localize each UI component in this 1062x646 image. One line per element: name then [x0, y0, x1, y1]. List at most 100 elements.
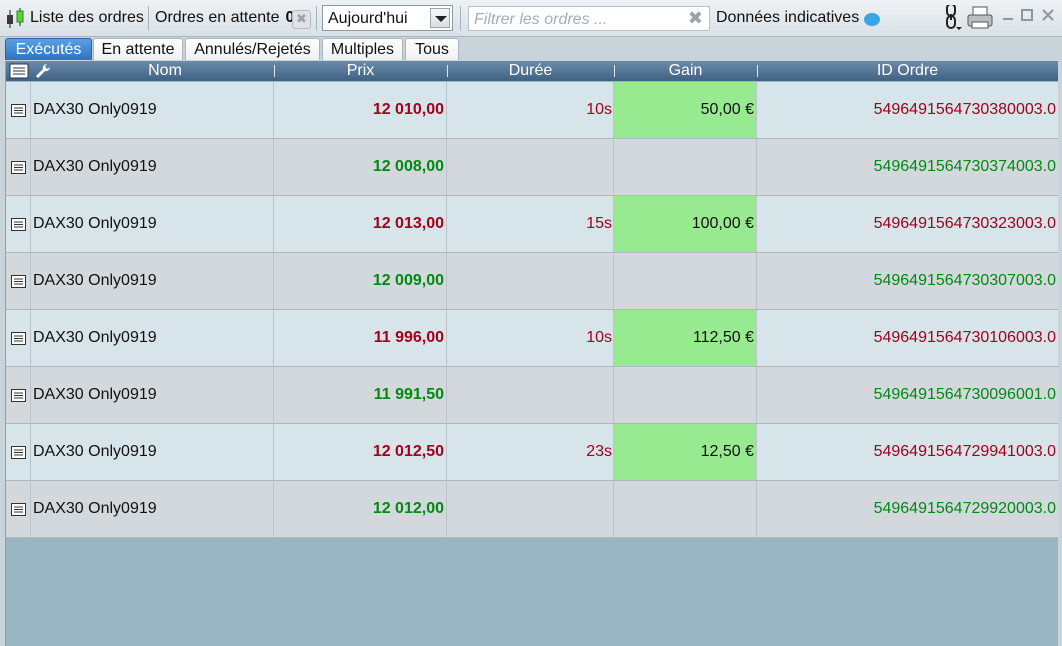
order-id: 5496491564729920003.0	[873, 500, 1056, 517]
order-name: DAX30 Only0919	[31, 310, 274, 366]
clear-pending-button[interactable]: ✖	[292, 10, 311, 29]
order-duration: 23s	[447, 424, 614, 480]
order-id: 5496491564730307003.0	[873, 272, 1056, 289]
toolbar-divider	[316, 6, 317, 30]
toolbar: Liste des ordres Ordres en attente 0 ✖ A…	[0, 0, 1062, 37]
close-icon[interactable]	[1041, 8, 1055, 25]
order-id: 5496491564730096001.0	[873, 386, 1056, 403]
row-details-cell[interactable]	[6, 367, 31, 423]
printer-icon[interactable]	[966, 5, 994, 36]
pending-orders: Ordres en attente 0	[155, 0, 294, 36]
document-icon[interactable]	[11, 332, 26, 345]
order-price: 12 012,00	[274, 481, 447, 537]
document-icon[interactable]	[11, 446, 26, 459]
order-gain	[614, 481, 757, 537]
column-header-nom[interactable]: Nom	[56, 61, 274, 81]
clear-icon: ✖	[296, 11, 307, 26]
order-duration	[447, 481, 614, 537]
order-price: 11 991,50	[274, 367, 447, 423]
document-icon[interactable]	[11, 389, 26, 402]
table-row[interactable]: DAX30 Only0919 12 013,00 15s 100,00 € 549649…	[6, 196, 1058, 253]
order-price: 11 996,00	[274, 310, 447, 366]
order-id: 5496491564730374003.0	[873, 158, 1056, 175]
row-details-cell[interactable]	[6, 139, 31, 195]
row-details-cell[interactable]	[6, 424, 31, 480]
order-price: 12 008,00	[274, 139, 447, 195]
order-gain: 100,00 €	[614, 196, 757, 252]
order-duration	[447, 253, 614, 309]
order-name: DAX30 Only0919	[31, 367, 274, 423]
filter-orders-input[interactable]	[472, 9, 686, 30]
tab-multiples[interactable]: Multiples	[322, 38, 403, 60]
wrench-icon[interactable]	[34, 63, 52, 79]
table-row[interactable]: DAX30 Only0919 12 009,00 54964915647303070…	[6, 253, 1058, 310]
order-tabs: Exécutés En attente Annulés/Rejetés Mult…	[0, 37, 1062, 61]
column-header-duree[interactable]: Durée	[447, 61, 614, 81]
document-icon[interactable]	[11, 275, 26, 288]
order-duration	[447, 367, 614, 423]
table-header: Nom Prix Durée Gain ID Ordre	[6, 61, 1058, 81]
order-duration: 15s	[447, 196, 614, 252]
order-gain	[614, 139, 757, 195]
order-name: DAX30 Only0919	[31, 253, 274, 309]
table-row[interactable]: DAX30 Only0919 12 008,00 54964915647303740…	[6, 139, 1058, 196]
order-name: DAX30 Only0919	[31, 139, 274, 195]
order-id: 5496491564730380003.0	[873, 101, 1056, 118]
list-icon[interactable]	[9, 63, 29, 79]
dropdown-arrow-icon[interactable]	[430, 8, 450, 28]
document-icon[interactable]	[11, 104, 26, 117]
order-price: 12 010,00	[274, 82, 447, 138]
order-gain: 50,00 €	[614, 82, 757, 138]
orders-table: Nom Prix Durée Gain ID Ordre DAX30 Only0…	[5, 61, 1058, 646]
order-id: 5496491564729941003.0	[873, 443, 1056, 460]
order-price: 12 013,00	[274, 196, 447, 252]
table-row[interactable]: DAX30 Only0919 12 010,00 10s 50,00 € 5496491…	[6, 82, 1058, 139]
minimize-icon[interactable]	[1002, 8, 1014, 25]
column-header-prix[interactable]: Prix	[274, 61, 447, 81]
order-name: DAX30 Only0919	[31, 424, 274, 480]
document-icon[interactable]	[11, 161, 26, 174]
clear-filter-icon[interactable]: ✖	[688, 8, 703, 29]
row-details-cell[interactable]	[6, 196, 31, 252]
order-list-title: Liste des ordres	[30, 9, 144, 26]
order-id: 5496491564730106003.0	[873, 329, 1056, 346]
order-id: 5496491564730323003.0	[873, 215, 1056, 232]
row-details-cell[interactable]	[6, 481, 31, 537]
table-row[interactable]: DAX30 Only0919 12 012,00 54964915647299200…	[6, 481, 1058, 538]
order-gain: 12,50 €	[614, 424, 757, 480]
table-row[interactable]: DAX30 Only0919 12 012,50 23s 12,50 € 5496491…	[6, 424, 1058, 481]
toolbar-divider	[460, 6, 461, 30]
tab-annules-rejetes[interactable]: Annulés/Rejetés	[185, 38, 320, 60]
table-row[interactable]: DAX30 Only0919 11 991,50 54964915647300960…	[6, 367, 1058, 424]
order-name: DAX30 Only0919	[31, 481, 274, 537]
order-duration: 10s	[447, 82, 614, 138]
order-duration: 10s	[447, 310, 614, 366]
tab-tous[interactable]: Tous	[405, 38, 459, 60]
period-select-value: Aujourd'hui	[328, 10, 408, 27]
order-price: 12 012,50	[274, 424, 447, 480]
filter-orders-field[interactable]: ✖	[468, 6, 710, 31]
column-header-gain[interactable]: Gain	[614, 61, 757, 81]
period-select[interactable]: Aujourd'hui	[322, 5, 453, 31]
connection-icon[interactable]	[938, 3, 964, 36]
document-icon[interactable]	[11, 218, 26, 231]
tab-executes[interactable]: Exécutés	[5, 38, 92, 60]
order-gain	[614, 253, 757, 309]
maximize-icon[interactable]	[1021, 8, 1033, 25]
row-details-cell[interactable]	[6, 82, 31, 138]
speech-bubble-icon[interactable]	[864, 12, 881, 26]
order-name: DAX30 Only0919	[31, 82, 274, 138]
column-header-id-ordre[interactable]: ID Ordre	[757, 61, 1058, 81]
order-gain	[614, 367, 757, 423]
pending-orders-label: Ordres en attente	[155, 9, 280, 26]
order-duration	[447, 139, 614, 195]
indicative-data: Données indicatives	[716, 0, 881, 36]
table-row[interactable]: DAX30 Only0919 11 996,00 10s 112,50 € 549649…	[6, 310, 1058, 367]
row-details-cell[interactable]	[6, 253, 31, 309]
row-details-cell[interactable]	[6, 310, 31, 366]
document-icon[interactable]	[11, 503, 26, 516]
order-gain: 112,50 €	[614, 310, 757, 366]
toolbar-divider	[148, 6, 149, 30]
candlestick-icon	[4, 0, 28, 36]
tab-en-attente[interactable]: En attente	[93, 38, 183, 60]
